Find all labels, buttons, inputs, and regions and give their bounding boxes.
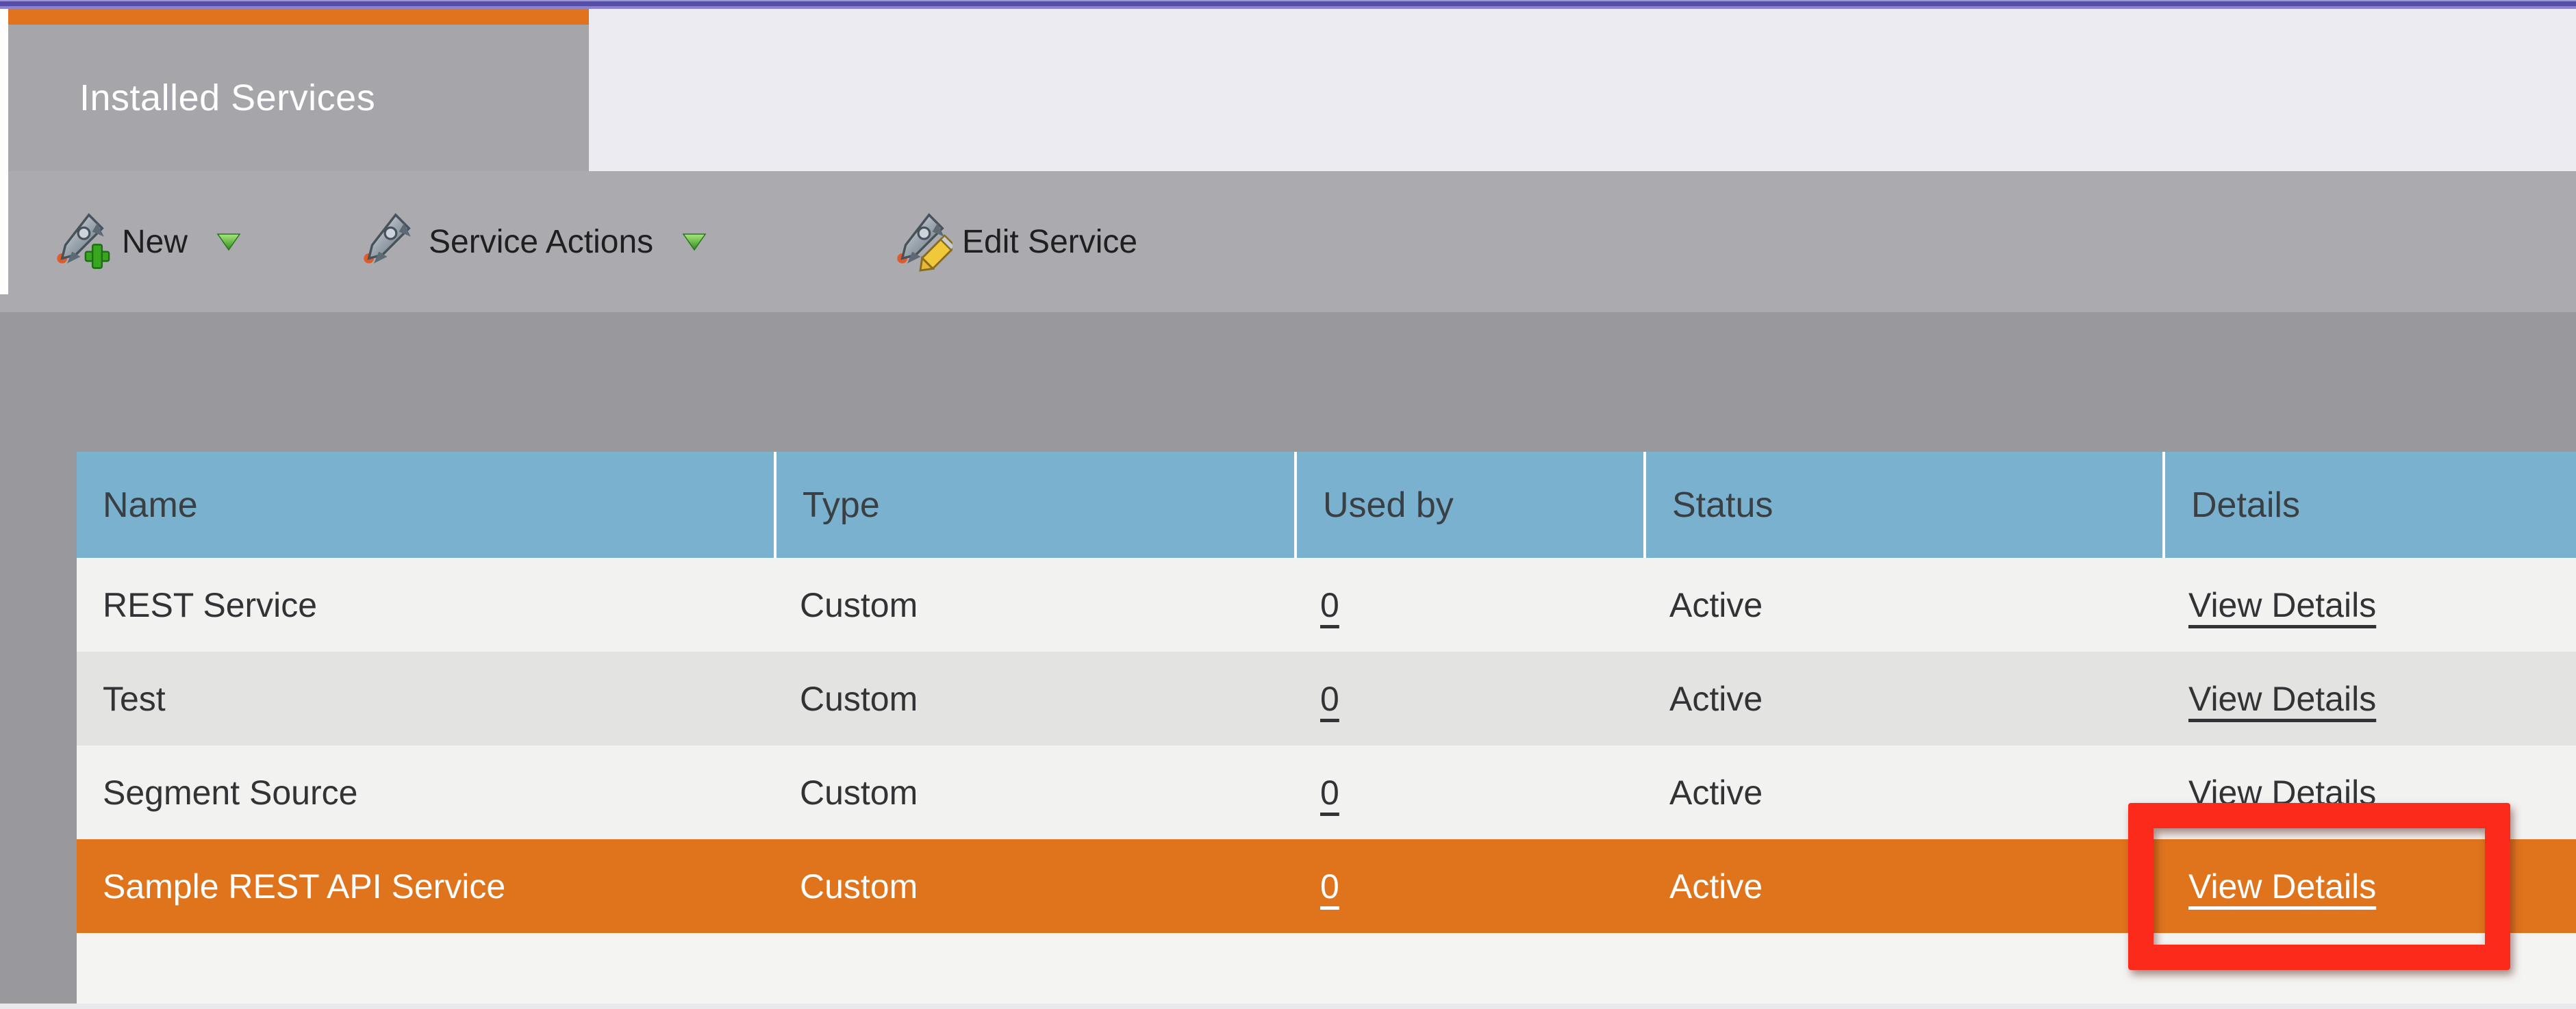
rocket-pencil-icon xyxy=(897,213,952,272)
tab-title: Installed Services xyxy=(79,77,376,118)
tab-active-accent xyxy=(8,9,589,25)
used-by-link[interactable]: 0 xyxy=(1320,679,1339,719)
cell-type: Custom xyxy=(800,773,918,812)
used-by-link[interactable]: 0 xyxy=(1320,867,1339,906)
edit-service-label: Edit Service xyxy=(962,223,1138,260)
column-header-name[interactable]: Name xyxy=(77,452,774,558)
services-table: Name Type Used by Status Details REST Se… xyxy=(77,452,2576,1004)
cell-type: Custom xyxy=(800,867,918,906)
view-details-link-highlighted[interactable]: View Details xyxy=(2188,867,2376,906)
edit-service-button[interactable]: Edit Service xyxy=(892,171,1137,312)
view-details-link[interactable]: View Details xyxy=(2188,585,2376,625)
used-by-link[interactable]: 0 xyxy=(1320,773,1339,813)
left-edge-notch xyxy=(0,294,8,312)
service-actions-label: Service Actions xyxy=(429,223,654,260)
used-by-link[interactable]: 0 xyxy=(1320,585,1339,625)
table-row-test[interactable]: Test Custom 0 Active View Details xyxy=(77,652,2576,745)
cell-name: Segment Source xyxy=(103,773,358,812)
bottom-edge-strip xyxy=(0,1004,2576,1009)
cell-status: Active xyxy=(1669,773,1763,812)
new-button[interactable]: New xyxy=(52,171,241,312)
column-header-type[interactable]: Type xyxy=(774,452,1294,558)
dropdown-arrow-icon[interactable] xyxy=(216,233,241,251)
table-row-segment-source[interactable]: Segment Source Custom 0 Active View Deta… xyxy=(77,745,2576,839)
table-header-row: Name Type Used by Status Details xyxy=(77,452,2576,558)
cell-name: Sample REST API Service xyxy=(103,867,506,906)
rocket-icon xyxy=(364,213,411,264)
dropdown-arrow-icon[interactable] xyxy=(682,233,707,251)
table-row-rest-service[interactable]: REST Service Custom 0 Active View Detail… xyxy=(77,558,2576,652)
cell-type: Custom xyxy=(800,679,918,718)
tab-strip: Installed Services xyxy=(0,9,2576,171)
cell-name: Test xyxy=(103,679,166,718)
left-edge-strip xyxy=(0,9,8,294)
cell-status: Active xyxy=(1669,585,1763,624)
new-button-label: New xyxy=(122,223,188,260)
service-actions-button[interactable]: Service Actions xyxy=(359,171,707,312)
view-details-link[interactable]: View Details xyxy=(2188,773,2376,813)
cell-name: REST Service xyxy=(103,585,318,624)
rocket-plus-icon xyxy=(57,213,110,269)
cell-status: Active xyxy=(1669,867,1763,906)
empty-row xyxy=(77,933,2576,1004)
column-header-status[interactable]: Status xyxy=(1643,452,2162,558)
toolbar: New Service Actions Edit Service xyxy=(8,171,2576,312)
column-header-used-by[interactable]: Used by xyxy=(1294,452,1643,558)
view-details-link[interactable]: View Details xyxy=(2188,679,2376,719)
cell-type: Custom xyxy=(800,585,918,624)
cell-status: Active xyxy=(1669,679,1763,718)
installed-services-screen: Installed Services New Service Actions E… xyxy=(0,0,2576,1009)
top-purple-bar xyxy=(0,0,2576,9)
table-row-sample-rest-api-service-selected[interactable]: Sample REST API Service Custom 0 Active … xyxy=(77,839,2576,933)
column-header-details[interactable]: Details xyxy=(2162,452,2576,558)
tab-installed-services[interactable]: Installed Services xyxy=(8,9,589,171)
